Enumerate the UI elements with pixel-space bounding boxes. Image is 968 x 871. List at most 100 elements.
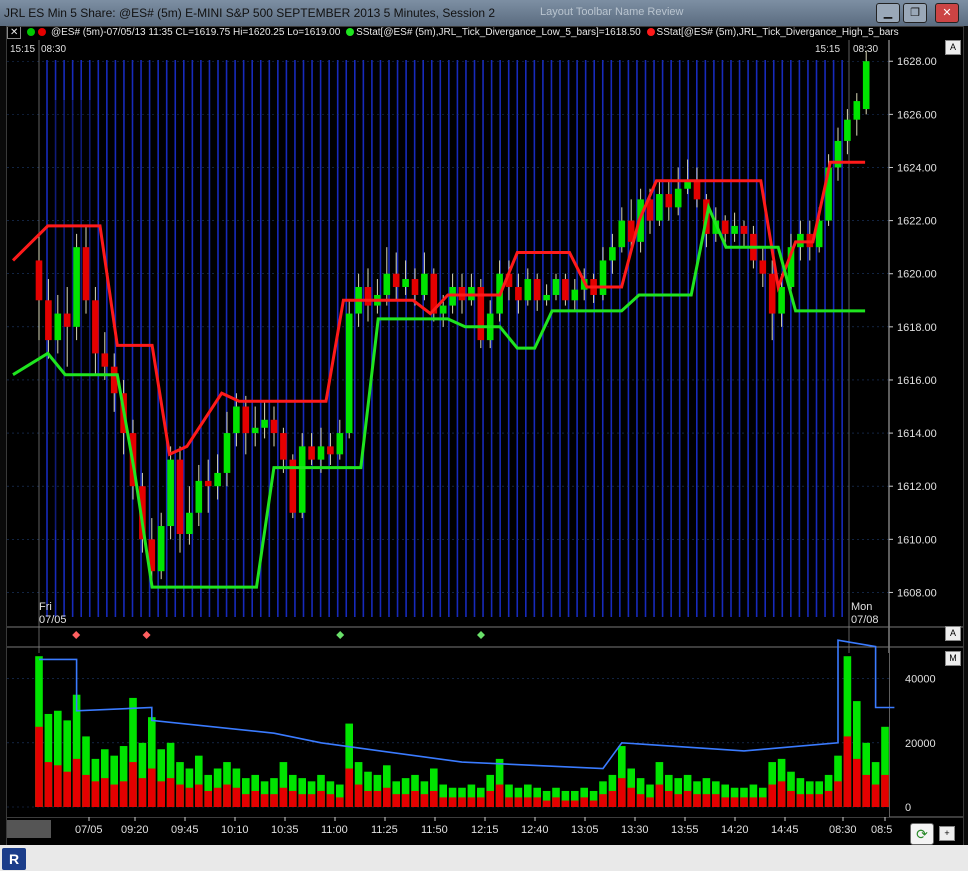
volume-bar-down — [542, 800, 551, 807]
volume-bar-down — [871, 784, 880, 807]
candle-body — [533, 279, 541, 301]
price-tick-label: 1624.00 — [897, 162, 937, 174]
volume-bar-down — [260, 794, 269, 807]
volume-bar-down — [796, 794, 805, 807]
legend-high-dot-icon — [646, 28, 655, 37]
candle-body — [308, 446, 315, 460]
candle-body — [721, 220, 729, 234]
volume-bar-down — [533, 797, 541, 807]
candle-body — [63, 313, 71, 327]
volume-bar-down — [411, 790, 419, 807]
volume-tick-label: 40000 — [905, 674, 936, 686]
restore-button[interactable]: ❐ — [903, 3, 927, 23]
volume-bar-down — [693, 794, 701, 807]
candle-body — [298, 446, 306, 513]
event-marker-icon[interactable] — [477, 631, 485, 639]
candle-body — [740, 225, 748, 234]
candle-body — [656, 194, 663, 221]
volume-bar-down — [636, 794, 645, 807]
volume-bar-down — [138, 778, 147, 807]
event-marker-icon[interactable] — [336, 631, 345, 639]
volume-bar-down — [91, 781, 100, 807]
autoscale-price-button[interactable]: A — [945, 40, 961, 55]
volume-bar-down — [63, 771, 71, 807]
candle-body — [101, 353, 109, 367]
time-tick-label: 13:05 — [571, 824, 599, 836]
volume-tick-label: 20000 — [905, 738, 936, 750]
candle-body — [317, 446, 325, 460]
candle-body — [195, 480, 203, 513]
volume-bar-down — [674, 794, 682, 807]
volume-bar-down — [392, 794, 400, 807]
volume-bar-down — [749, 797, 758, 807]
volume-scale-button[interactable]: M — [945, 651, 961, 666]
candle-body — [110, 366, 118, 394]
legend-close-icon[interactable]: ✕ — [7, 27, 22, 39]
candle-body — [167, 459, 174, 527]
candle-body — [844, 119, 851, 141]
volume-bar-down — [561, 800, 570, 807]
time-tick-label: 13:55 — [671, 824, 699, 836]
volume-bar-down — [580, 797, 588, 807]
time-tick-label: 08:30 — [829, 824, 857, 836]
candle-body — [186, 512, 193, 535]
close-button[interactable]: ✕ — [935, 3, 959, 23]
minimize-button[interactable]: ▁ — [876, 3, 900, 23]
volume-bar-down — [129, 762, 137, 807]
volume-bar-down — [768, 784, 776, 807]
time-tick-label: 09:20 — [121, 824, 149, 836]
session-open-label: 08:30 — [41, 44, 66, 55]
volume-bar-down — [806, 794, 814, 807]
price-tick-label: 1618.00 — [897, 322, 937, 334]
price-tick-label: 1612.00 — [897, 481, 937, 493]
volume-bar-down — [326, 794, 335, 807]
volume-bar-down — [101, 778, 109, 807]
volume-bar-down — [176, 784, 184, 807]
candle-body — [251, 427, 259, 434]
volume-bar-down — [72, 758, 81, 807]
volume-bar-down — [824, 790, 833, 807]
background-toolbar-tabs: Layout Toolbar Name Review — [540, 6, 684, 18]
volume-bar-down — [223, 784, 231, 807]
time-tick-label: 11:00 — [321, 824, 348, 836]
volume-bar-down — [44, 762, 53, 807]
candle-body — [204, 480, 212, 487]
volume-bar-down — [477, 797, 485, 807]
volume-bar-down — [195, 784, 203, 807]
volume-bar-down — [834, 781, 842, 807]
candle-body — [515, 287, 522, 301]
event-marker-icon[interactable] — [72, 631, 81, 639]
candle-body — [73, 247, 80, 327]
chart-canvas[interactable]: 1628.00 1626.00 1624.00 1622.00 1620.00 1618.… — [7, 27, 963, 845]
volume-bar-down — [740, 797, 748, 807]
candle-body — [327, 446, 334, 455]
volume-bar-down — [495, 784, 504, 807]
candle-body — [261, 419, 268, 428]
time-tick-label: 14:20 — [721, 824, 749, 836]
candle-body — [759, 260, 767, 274]
candle-body — [364, 287, 372, 306]
volume-bar-down — [35, 726, 43, 807]
volume-bar-down — [552, 797, 560, 807]
event-marker-icon[interactable] — [142, 631, 151, 639]
date-label-date: 07/08 — [851, 614, 879, 626]
volume-bar-down — [354, 784, 363, 807]
volume-bar-down — [458, 797, 466, 807]
volume-bar-down — [862, 774, 870, 807]
date-label-day: Mon — [851, 601, 872, 613]
volume-bar-down — [317, 790, 325, 807]
candle-body — [233, 406, 240, 434]
volume-bar-down — [373, 790, 382, 807]
autoscale-events-button[interactable]: A — [945, 626, 961, 641]
add-pane-button[interactable]: + — [939, 826, 955, 841]
candle-body — [778, 287, 785, 314]
time-tick-label: 08:5 — [871, 824, 892, 836]
volume-bar-down — [721, 797, 729, 807]
candle-body — [543, 294, 550, 301]
window-titlebar: JRL ES Min 5 Share: @ES# (5m) E-MINI S&P… — [0, 0, 968, 26]
refresh-button[interactable]: ⟳ — [910, 823, 934, 845]
scroll-thumb[interactable] — [7, 820, 51, 838]
chart-window[interactable]: 1628.00 1626.00 1624.00 1622.00 1620.00 1618.… — [6, 26, 964, 846]
candle-body — [157, 526, 165, 572]
volume-bar-down — [787, 790, 795, 807]
